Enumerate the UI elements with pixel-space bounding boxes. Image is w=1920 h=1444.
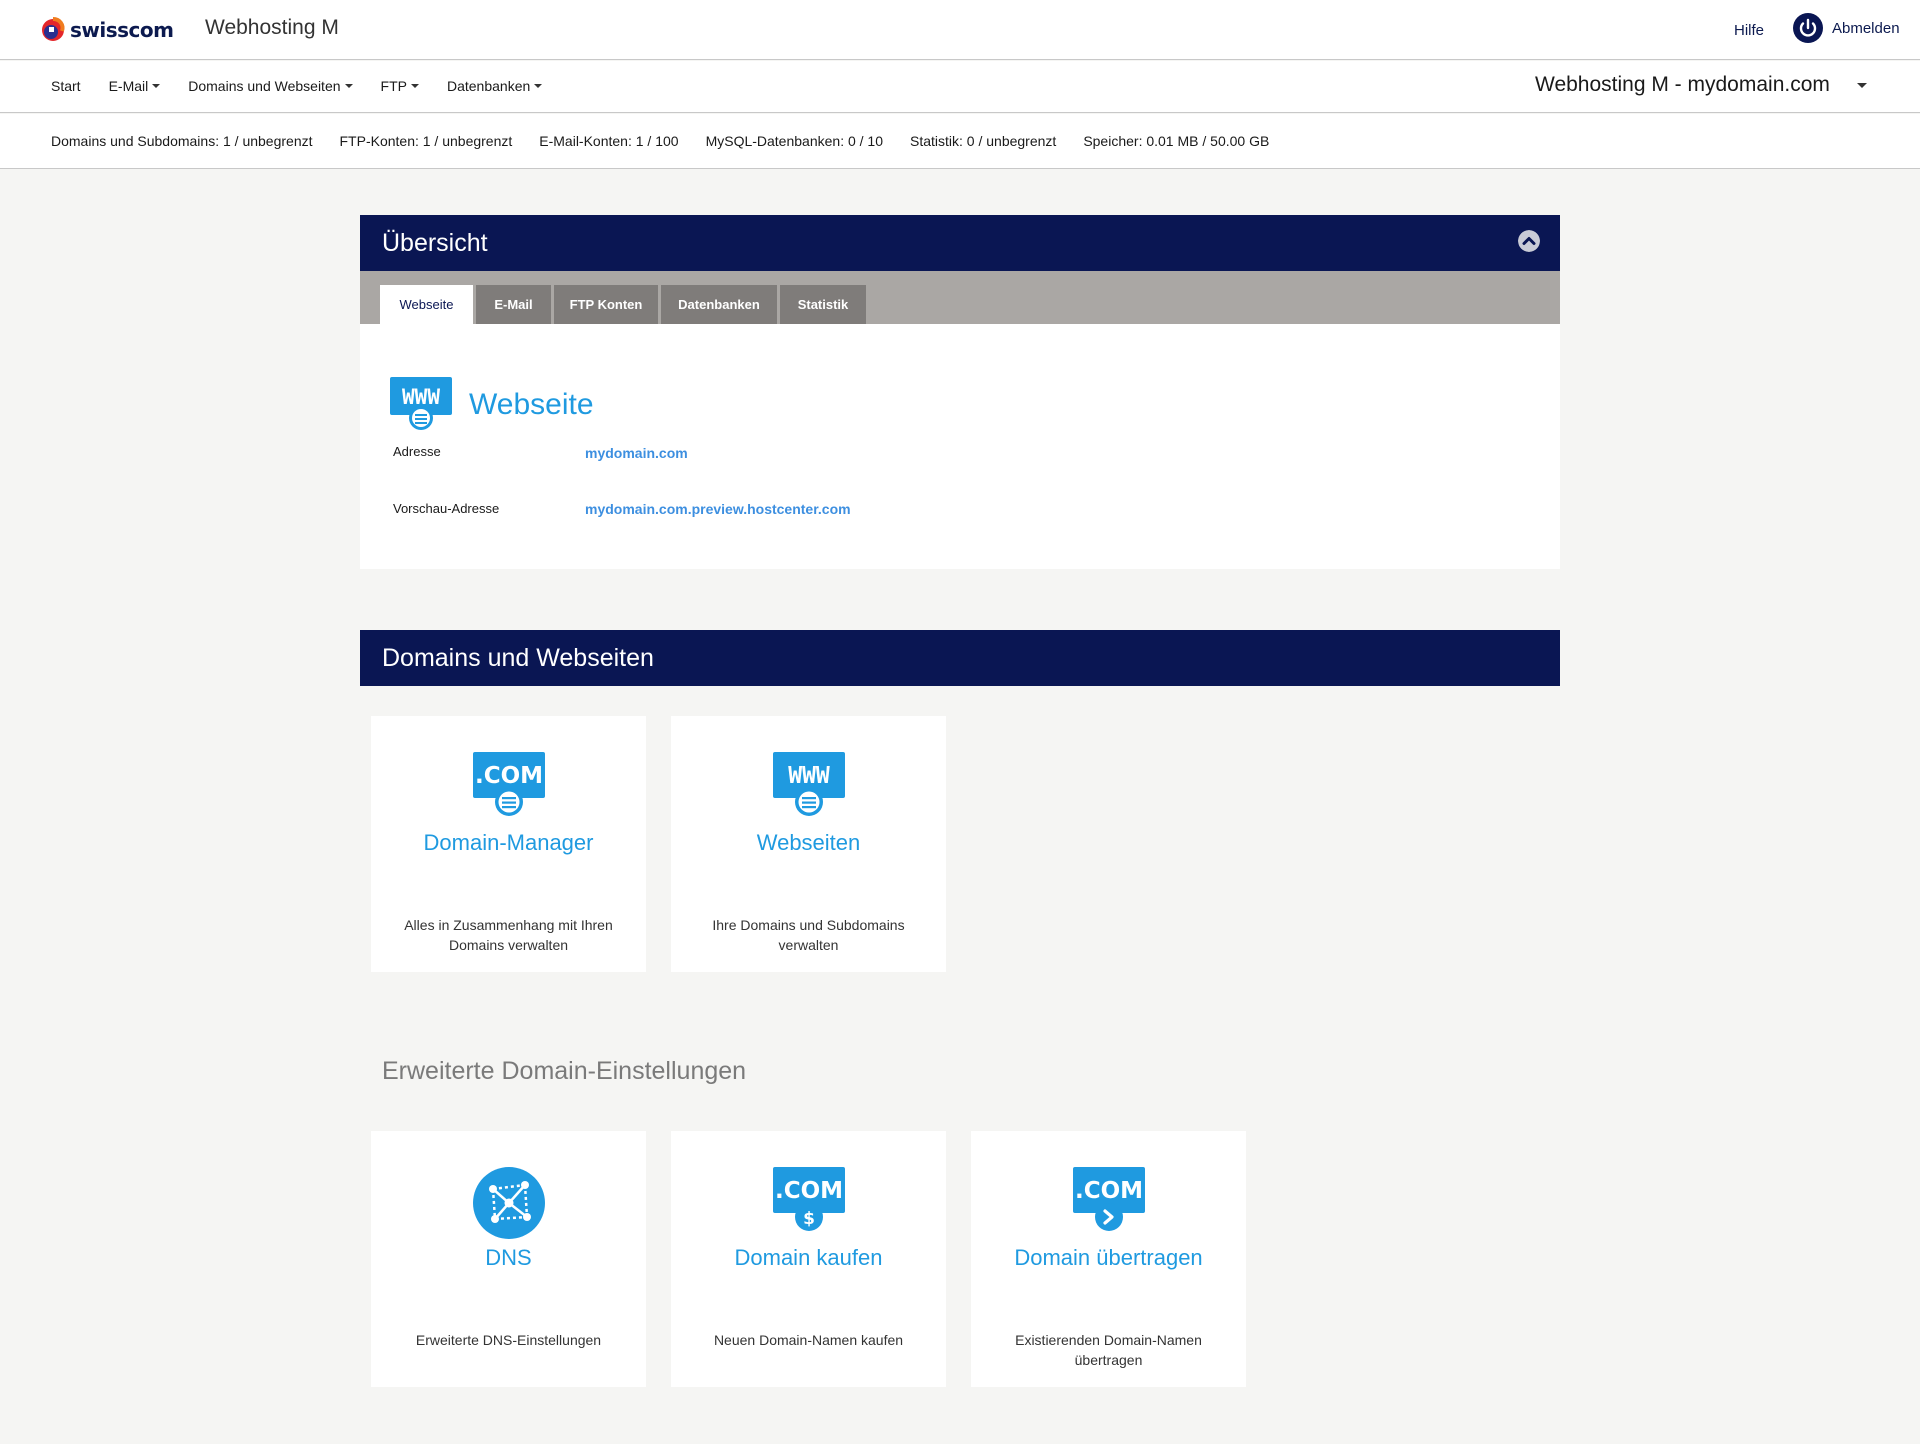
overview-title: Übersicht: [382, 229, 488, 257]
tab-email[interactable]: E-Mail: [476, 285, 551, 324]
nav-item-e-mail[interactable]: E-Mail: [109, 78, 161, 94]
top-header: swisscom Webhosting M Hilfe Abmelden: [0, 0, 1920, 60]
domain-manager-desc: Alles in Zusammenhang mit Ihren Domains …: [404, 917, 613, 953]
webseiten-card[interactable]: WWW Webseiten Ihre Domains und Subdomain…: [671, 716, 946, 972]
nav-item-datenbanken[interactable]: Datenbanken: [446, 78, 543, 94]
swisscom-logo[interactable]: swisscom: [40, 14, 174, 46]
overview-tabs: Webseite E-Mail FTP Konten Datenbanken S…: [360, 271, 1560, 324]
preview-address-link[interactable]: mydomain.com.preview.hostcenter.com: [585, 501, 851, 517]
dotcom-monitor-icon: .COM: [473, 752, 545, 816]
product-title: Webhosting M: [205, 16, 339, 39]
nav-menu: Start E-Mail Domains und Webseiten FTP Daten…: [51, 78, 570, 94]
quota-item: FTP-Konten: 1 / unbegrenzt: [339, 133, 513, 149]
collapse-icon[interactable]: [1518, 230, 1540, 252]
overview-heading: Webseite: [469, 388, 594, 421]
quota-item: MySQL-Datenbanken: 0 / 10: [705, 133, 883, 149]
dotcom-transfer-icon: .COM: [1073, 1167, 1145, 1231]
quota-item: Domains und Subdomains: 1 / unbegrenzt: [51, 133, 313, 149]
preview-address-label: Vorschau-Adresse: [393, 501, 500, 516]
account-selector[interactable]: Webhosting M - mydomain.com: [1535, 73, 1867, 97]
chevron-down-icon: [1856, 82, 1867, 88]
tab-datenbanken[interactable]: Datenbanken: [661, 285, 777, 324]
account-label: Webhosting M - mydomain.com: [1535, 73, 1830, 96]
domain-manager-title: Domain-Manager: [423, 830, 594, 855]
dns-desc: Erweiterte DNS-Einstellungen: [415, 1332, 602, 1348]
logout-button[interactable]: Abmelden: [1793, 13, 1900, 43]
tab-webseite[interactable]: Webseite: [380, 285, 473, 324]
webseiten-desc: Ihre Domains und Subdomains verwalten: [712, 917, 905, 953]
dns-card[interactable]: DNS Erweiterte DNS-Einstellungen: [371, 1131, 646, 1387]
tab-statistik[interactable]: Statistik: [780, 285, 866, 324]
caret-down-icon: [534, 84, 543, 88]
dotcom-icon-text: .COM: [1075, 1178, 1143, 1204]
dns-network-icon: [473, 1167, 545, 1239]
domains-title: Domains und Webseiten: [382, 644, 654, 672]
nav-item-label: Start: [51, 78, 81, 94]
caret-down-icon: [152, 84, 161, 88]
domain-uebertragen-title: Domain übertragen: [1014, 1245, 1203, 1270]
quota-bar: Domains und Subdomains: 1 / unbegrenzt FT…: [0, 114, 1920, 169]
caret-down-icon: [344, 84, 353, 88]
nav-item-ftp[interactable]: FTP: [381, 78, 419, 94]
quota-item: Speicher: 0.01 MB / 50.00 GB: [1083, 133, 1270, 149]
domain-uebertragen-card[interactable]: .COM Domain übertragen Existierenden Dom…: [971, 1131, 1246, 1387]
quota-list: Domains und Subdomains: 1 / unbegrenzt FT…: [51, 133, 1296, 149]
dotcom-buy-icon: $ .COM: [773, 1167, 845, 1231]
domain-kaufen-card[interactable]: $ .COM Domain kaufen Neuen Domain-Namen …: [671, 1131, 946, 1387]
domain-kaufen-desc: Neuen Domain-Namen kaufen: [713, 1332, 904, 1348]
caret-down-icon: [410, 84, 419, 88]
power-icon: [1793, 13, 1823, 43]
dotcom-icon-text: .COM: [475, 763, 543, 789]
www-monitor-icon: WWW: [773, 752, 845, 816]
quota-item: E-Mail-Konten: 1 / 100: [539, 133, 679, 149]
nav-item-label: FTP: [380, 78, 407, 94]
logout-label: Abmelden: [1832, 19, 1900, 37]
nav-item-start[interactable]: Start: [51, 78, 81, 94]
dns-title: DNS: [485, 1245, 532, 1270]
www-monitor-icon: WWW: [390, 377, 452, 430]
quota-item: Statistik: 0 / unbegrenzt: [910, 133, 1057, 149]
nav-item-label: E-Mail: [108, 78, 149, 94]
webseiten-title: Webseiten: [756, 830, 861, 855]
domain-uebertragen-desc: Existierenden Domain-Namen übertragen: [1015, 1332, 1202, 1368]
tab-ftp-konten[interactable]: FTP Konten: [554, 285, 658, 324]
nav-item-domains-und-webseiten[interactable]: Domains und Webseiten: [188, 78, 353, 94]
address-label: Adresse: [393, 444, 441, 459]
help-link[interactable]: Hilfe: [1734, 22, 1764, 39]
www-icon-text: WWW: [402, 385, 440, 409]
www-icon-text: WWW: [788, 763, 830, 789]
svg-text:$: $: [803, 1209, 815, 1229]
advanced-title: Erweiterte Domain-Einstellungen: [382, 1057, 747, 1085]
domain-manager-card[interactable]: .COM Domain-Manager Alles in Zusammenhan…: [371, 716, 646, 972]
brand-name: swisscom: [70, 18, 174, 42]
main-nav: Start E-Mail Domains und Webseiten FTP Daten…: [0, 61, 1920, 113]
swisscom-logo-icon: [42, 17, 65, 41]
address-link[interactable]: mydomain.com: [585, 445, 688, 461]
nav-item-label: Datenbanken: [446, 78, 531, 94]
nav-item-label: Domains und Webseiten: [188, 78, 341, 94]
dotcom-icon-text: .COM: [775, 1178, 843, 1204]
domains-header: Domains und Webseiten: [360, 630, 1560, 686]
overview-header: Übersicht: [360, 215, 1560, 271]
domain-kaufen-title: Domain kaufen: [734, 1245, 883, 1270]
overview-content: WWW Webseite Adresse mydomain.com Vorsch…: [360, 324, 1560, 569]
